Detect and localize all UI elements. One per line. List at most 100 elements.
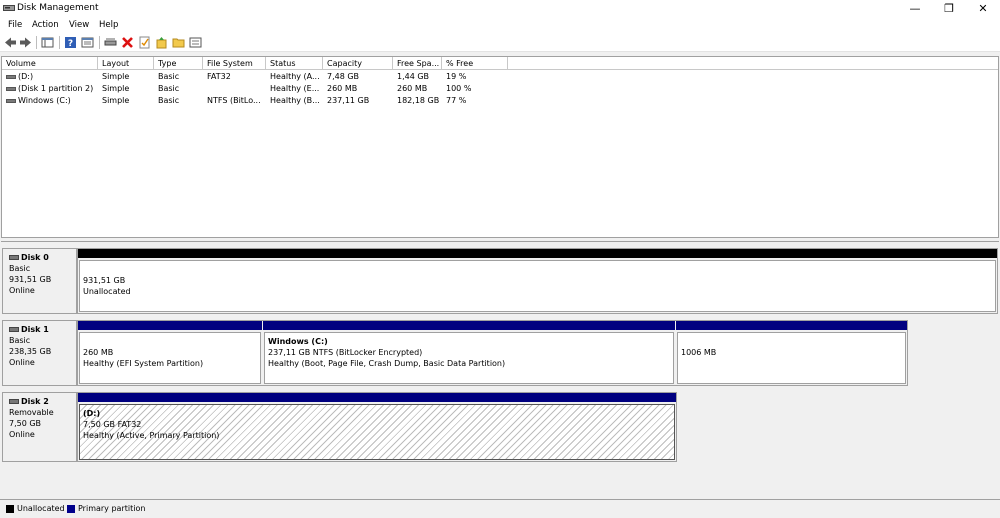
primary-swatch <box>67 505 75 513</box>
partition-recovery[interactable]: 1006 MB <box>676 321 907 385</box>
partition-windows-c[interactable]: Windows (C:) 237,11 GB NTFS (BitLocker E… <box>263 321 675 385</box>
disk-icon <box>9 399 19 404</box>
disk-type: Removable <box>9 408 54 417</box>
column-file-system[interactable]: File System <box>203 57 266 70</box>
partition-title: (D:) <box>83 409 101 418</box>
disk-name: Disk 1 <box>21 325 49 334</box>
disk-size: 7,50 GB <box>9 419 42 428</box>
minimize-button[interactable]: — <box>898 0 932 17</box>
capacity-cell: 237,11 GB <box>327 96 370 105</box>
volume-name: (D:) <box>18 72 34 81</box>
console-tree-icon[interactable] <box>41 36 54 49</box>
type-cell: Basic <box>158 84 180 93</box>
partition-bar-primary <box>676 321 907 330</box>
volume-cell: (D:) <box>2 71 98 83</box>
menu-view[interactable]: View <box>69 20 89 30</box>
menu-bar: File Action View Help <box>0 17 1000 33</box>
column-capacity[interactable]: Capacity <box>323 57 393 70</box>
capacity-cell: 7,48 GB <box>327 72 360 81</box>
disk-1-partitions: 260 MB Healthy (EFI System Partition) Wi… <box>77 320 908 386</box>
back-icon[interactable] <box>4 36 17 49</box>
legend: Unallocated Primary partition <box>0 499 1000 518</box>
forward-icon[interactable] <box>19 36 32 49</box>
disk-0-partitions: 931,51 GB Unallocated <box>77 248 998 314</box>
partition-body: 931,51 GB Unallocated <box>79 260 996 312</box>
disk-2-partitions: (D:) 7,50 GB FAT32 Healthy (Active, Prim… <box>77 392 677 462</box>
restore-button[interactable]: ❐ <box>932 0 966 17</box>
check-icon[interactable] <box>138 36 151 49</box>
disk-name: Disk 0 <box>21 253 49 262</box>
partition-bar-primary <box>78 393 676 402</box>
partition-bar-primary <box>263 321 675 330</box>
volume-list: Volume Layout Type File System Status Ca… <box>1 56 999 238</box>
status-cell: Healthy (B... <box>270 96 320 105</box>
capacity-cell: 260 MB <box>327 84 358 93</box>
partition-size: 931,51 GB <box>83 276 126 285</box>
column-layout[interactable]: Layout <box>98 57 154 70</box>
disk-2-label[interactable]: Disk 2 Removable 7,50 GB Online <box>2 392 77 462</box>
svg-text:?: ? <box>68 39 73 49</box>
folder-icon[interactable] <box>172 36 185 49</box>
percent-free-cell: 100 % <box>446 84 472 93</box>
delete-icon[interactable] <box>121 36 134 49</box>
percent-free-cell: 77 % <box>446 96 467 105</box>
partition-bar-unallocated <box>78 249 997 258</box>
free-space-cell: 1,44 GB <box>397 72 430 81</box>
disk-icon <box>9 255 19 260</box>
disk-type: Basic <box>9 264 31 273</box>
connect-icon[interactable] <box>104 36 117 49</box>
partition-d[interactable]: (D:) 7,50 GB FAT32 Healthy (Active, Prim… <box>78 393 676 461</box>
menu-file[interactable]: File <box>8 20 22 30</box>
window-title: Disk Management <box>17 3 99 13</box>
column-percent-free[interactable]: % Free <box>442 57 508 70</box>
disk-state: Online <box>9 286 35 295</box>
partition-body: Windows (C:) 237,11 GB NTFS (BitLocker E… <box>264 332 674 384</box>
menu-action[interactable]: Action <box>32 20 59 30</box>
column-free-space[interactable]: Free Spa... <box>393 57 442 70</box>
list-icon[interactable] <box>189 36 202 49</box>
volume-cell: Windows (C:) <box>2 95 98 107</box>
layout-cell: Simple <box>102 84 130 93</box>
free-space-cell: 182,18 GB <box>397 96 440 105</box>
close-button[interactable]: ✕ <box>966 0 1000 17</box>
status-cell: Healthy (E... <box>270 84 320 93</box>
partition-efi[interactable]: 260 MB Healthy (EFI System Partition) <box>78 321 262 385</box>
menu-help[interactable]: Help <box>99 20 118 30</box>
partition-status: Healthy (Boot, Page File, Crash Dump, Ba… <box>268 359 506 368</box>
disk-1-label[interactable]: Disk 1 Basic 238,35 GB Online <box>2 320 77 386</box>
partition-size: 260 MB <box>83 348 114 357</box>
disk-type: Basic <box>9 336 31 345</box>
partition-status: Healthy (Active, Primary Partition) <box>83 431 220 440</box>
disk-state: Online <box>9 430 35 439</box>
partition-status: Healthy (EFI System Partition) <box>83 359 204 368</box>
properties-icon[interactable] <box>81 36 94 49</box>
partition-size: 7,50 GB FAT32 <box>83 420 142 429</box>
partition-body: (D:) 7,50 GB FAT32 Healthy (Active, Prim… <box>79 404 675 460</box>
disk-size: 931,51 GB <box>9 275 52 284</box>
column-volume[interactable]: Volume <box>2 57 98 70</box>
free-space-cell: 260 MB <box>397 84 428 93</box>
status-cell: Healthy (A... <box>270 72 320 81</box>
partition-size: 1006 MB <box>681 348 717 357</box>
partition-body: 260 MB Healthy (EFI System Partition) <box>79 332 261 384</box>
partition-status: Unallocated <box>83 287 131 296</box>
disk-management-icon <box>3 5 15 11</box>
type-cell: Basic <box>158 72 180 81</box>
partition-body: 1006 MB <box>677 332 906 384</box>
disk-state: Online <box>9 358 35 367</box>
volume-icon <box>6 98 16 103</box>
help-icon[interactable]: ? <box>64 36 77 49</box>
disk-size: 238,35 GB <box>9 347 52 356</box>
volume-cell: (Disk 1 partition 2) <box>2 83 98 95</box>
toolbar: ? <box>0 33 1000 52</box>
title-bar: Disk Management — ❐ ✕ <box>0 0 1000 17</box>
unallocated-swatch <box>6 505 14 513</box>
folder-up-icon[interactable] <box>155 36 168 49</box>
percent-free-cell: 19 % <box>446 72 467 81</box>
column-type[interactable]: Type <box>154 57 203 70</box>
partition-unallocated[interactable]: 931,51 GB Unallocated <box>78 249 997 313</box>
partition-title <box>83 336 257 347</box>
disk-0-label[interactable]: Disk 0 Basic 931,51 GB Online <box>2 248 77 314</box>
partition-title <box>681 336 902 347</box>
column-status[interactable]: Status <box>266 57 323 70</box>
